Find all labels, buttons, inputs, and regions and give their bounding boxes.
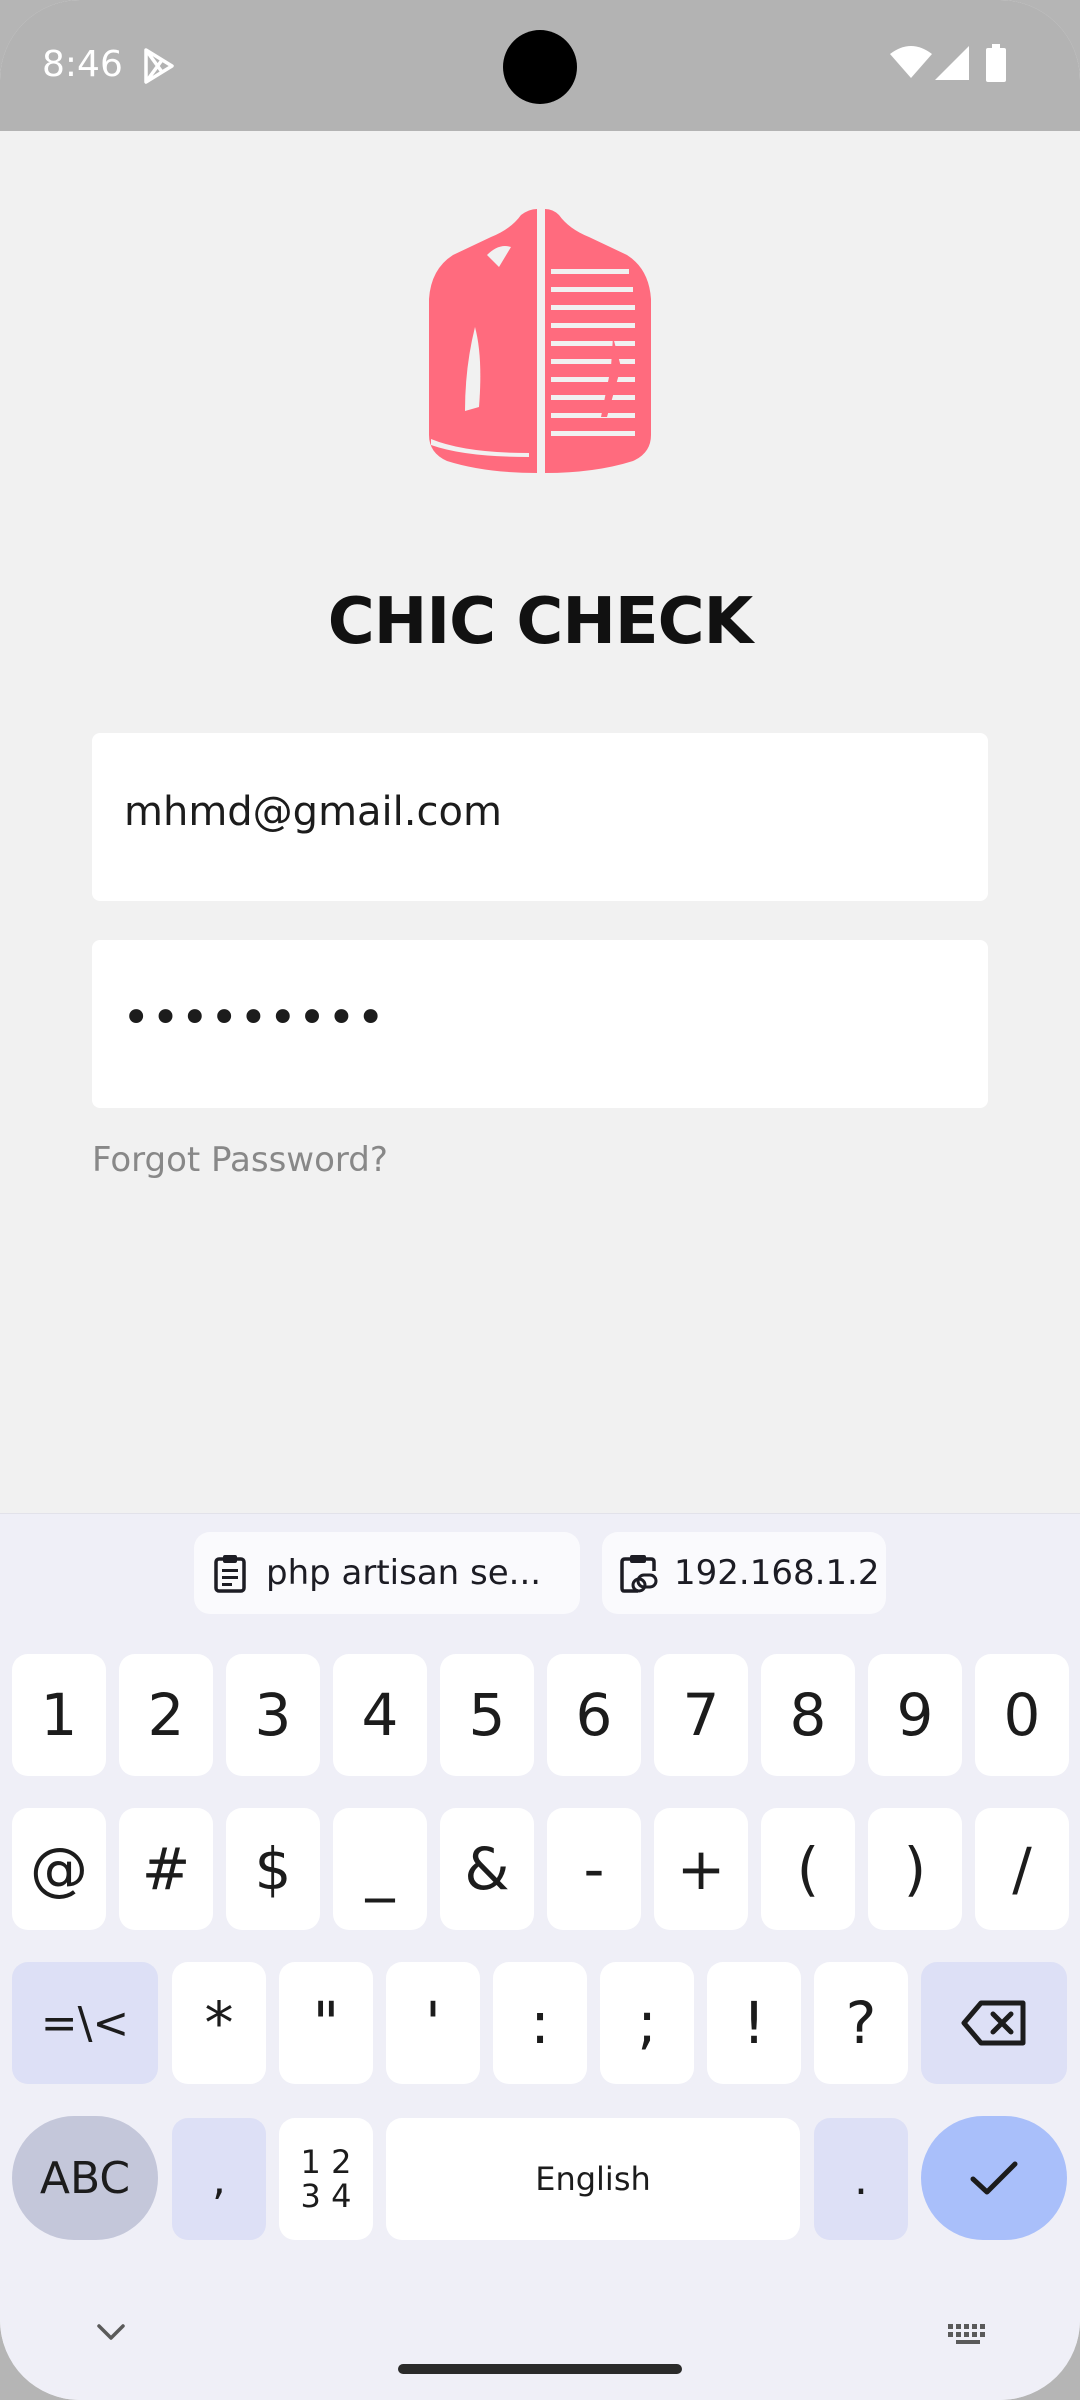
numpad-label-bottom: 3 4 <box>300 2177 352 2215</box>
hide-keyboard-chevron-icon[interactable] <box>96 2322 126 2342</box>
key-single-quote[interactable]: ' <box>386 1962 480 2084</box>
key-hash[interactable]: # <box>119 1808 213 1930</box>
play-store-icon <box>144 48 174 84</box>
key-more-symbols[interactable]: =\< <box>12 1962 158 2084</box>
abc-key[interactable]: ABC <box>12 2116 158 2240</box>
key-asterisk[interactable]: * <box>172 1962 266 2084</box>
checkmark-icon <box>970 2161 1018 2195</box>
status-time: 8:46 <box>42 44 123 85</box>
clipboard-suggestion-chip[interactable]: php artisan se... <box>194 1532 580 1614</box>
password-field[interactable]: ••••••••• <box>92 940 988 1108</box>
key-colon[interactable]: : <box>493 1962 587 2084</box>
clipboard-icon <box>214 1555 246 1593</box>
clipboard-chip-label: php artisan se... <box>266 1553 542 1593</box>
key-3[interactable]: 3 <box>226 1654 320 1776</box>
key-double-quote[interactable]: " <box>279 1962 373 2084</box>
keyboard-switch-icon[interactable] <box>946 2322 990 2346</box>
key-6[interactable]: 6 <box>547 1654 641 1776</box>
phone-screen: 8: 46 CHIC CHECK mhmd@gmail.com •••••••••… <box>0 0 1080 2400</box>
email-field[interactable]: mhmd@gmail.com <box>92 733 988 901</box>
clipboard-chip-label: 192.168.1.2 <box>674 1553 880 1593</box>
numpad-key[interactable]: 1 2 3 4 <box>279 2118 373 2240</box>
backspace-icon <box>961 2000 1026 2046</box>
key-1[interactable]: 1 <box>12 1654 106 1776</box>
home-indicator[interactable] <box>398 2364 682 2374</box>
key-comma[interactable]: , <box>172 2118 266 2240</box>
battery-icon <box>986 44 1006 82</box>
space-key[interactable]: English <box>386 2118 800 2240</box>
password-value: ••••••••• <box>122 990 386 1046</box>
signal-icon <box>935 46 969 80</box>
key-semicolon[interactable]: ; <box>600 1962 694 2084</box>
key-at[interactable]: @ <box>12 1808 106 1930</box>
key-close-paren[interactable]: ) <box>868 1808 962 1930</box>
wifi-icon <box>890 46 932 78</box>
clipboard-suggestion-chip[interactable]: 192.168.1.2 <box>602 1532 886 1614</box>
key-7[interactable]: 7 <box>654 1654 748 1776</box>
email-value: mhmd@gmail.com <box>124 789 502 835</box>
key-0[interactable]: 0 <box>975 1654 1069 1776</box>
clipboard-link-icon <box>620 1555 658 1593</box>
key-plus[interactable]: + <box>654 1808 748 1930</box>
enter-key[interactable] <box>921 2116 1067 2240</box>
key-2[interactable]: 2 <box>119 1654 213 1776</box>
keyboard: php artisan se... 192.168.1.2 1 2 3 4 5 … <box>0 1513 1080 2400</box>
key-9[interactable]: 9 <box>868 1654 962 1776</box>
key-minus[interactable]: - <box>547 1808 641 1930</box>
key-dollar[interactable]: $ <box>226 1808 320 1930</box>
key-slash[interactable]: / <box>975 1808 1069 1930</box>
key-question[interactable]: ? <box>814 1962 908 2084</box>
app-title: CHIC CHECK <box>327 585 753 659</box>
key-5[interactable]: 5 <box>440 1654 534 1776</box>
forgot-password-link[interactable]: Forgot Password? <box>92 1140 388 1180</box>
key-period[interactable]: . <box>814 2118 908 2240</box>
key-open-paren[interactable]: ( <box>761 1808 855 1930</box>
key-8[interactable]: 8 <box>761 1654 855 1776</box>
jacket-logo <box>429 207 651 475</box>
key-exclamation[interactable]: ! <box>707 1962 801 2084</box>
status-bar: 8:46 <box>0 0 1080 131</box>
numpad-label-top: 1 2 <box>300 2143 352 2181</box>
key-ampersand[interactable]: & <box>440 1808 534 1930</box>
backspace-key[interactable] <box>921 1962 1067 2084</box>
key-underscore[interactable]: _ <box>333 1808 427 1930</box>
camera-cutout <box>503 30 577 104</box>
key-4[interactable]: 4 <box>333 1654 427 1776</box>
